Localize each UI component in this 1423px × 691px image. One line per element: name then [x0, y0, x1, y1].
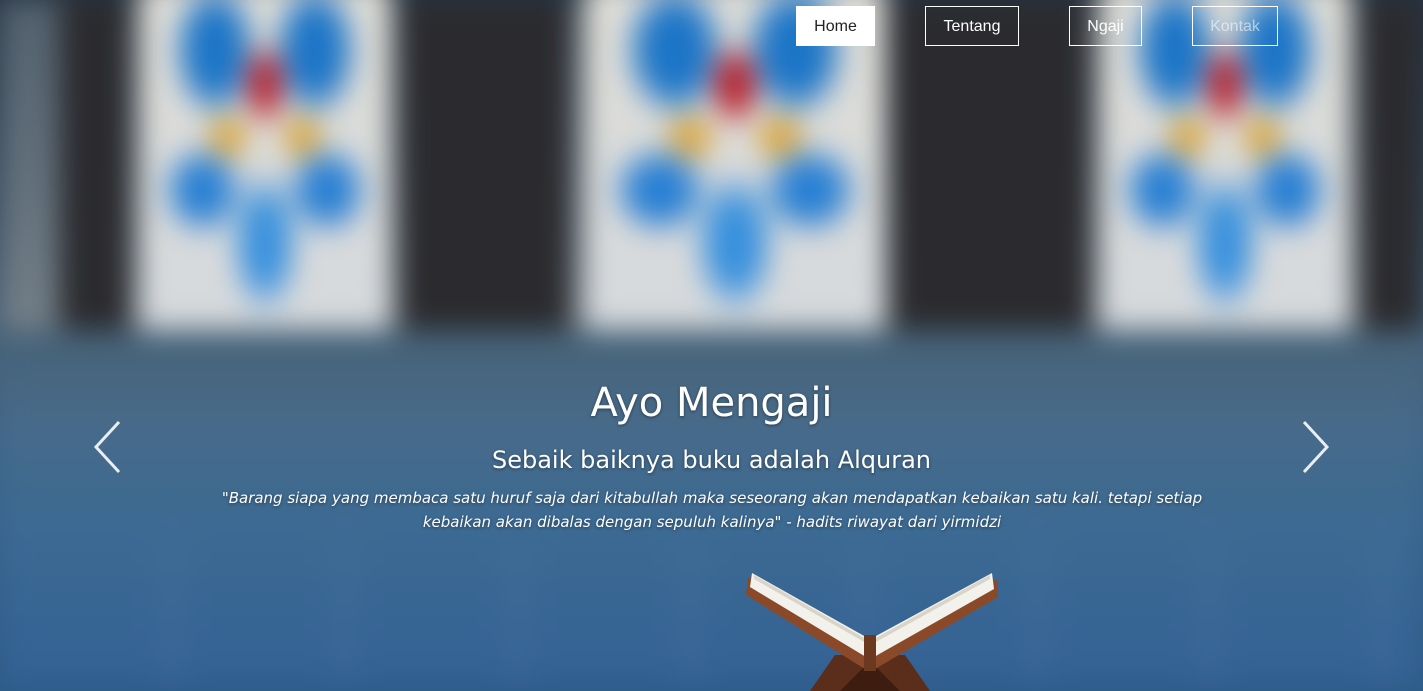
nav-tentang-button[interactable]: Tentang — [925, 6, 1019, 46]
quran-stand-image — [746, 573, 998, 691]
carousel-quote: "Barang siapa yang membaca satu huruf sa… — [221, 489, 1203, 531]
nav-home-button[interactable]: Home — [796, 6, 875, 46]
carousel-title: Ayo Mengaji — [590, 380, 833, 426]
carousel-subtitle: Sebaik baiknya buku adalah Alquran — [491, 446, 932, 474]
nav-ngaji-button[interactable]: Ngaji — [1069, 6, 1142, 46]
nav-kontak-button[interactable]: Kontak — [1192, 6, 1278, 46]
main-navigation: Home Tentang Ngaji Kontak — [0, 6, 1423, 50]
hero-carousel: Home Tentang Ngaji Kontak Ayo Mengaji Se… — [0, 0, 1423, 691]
